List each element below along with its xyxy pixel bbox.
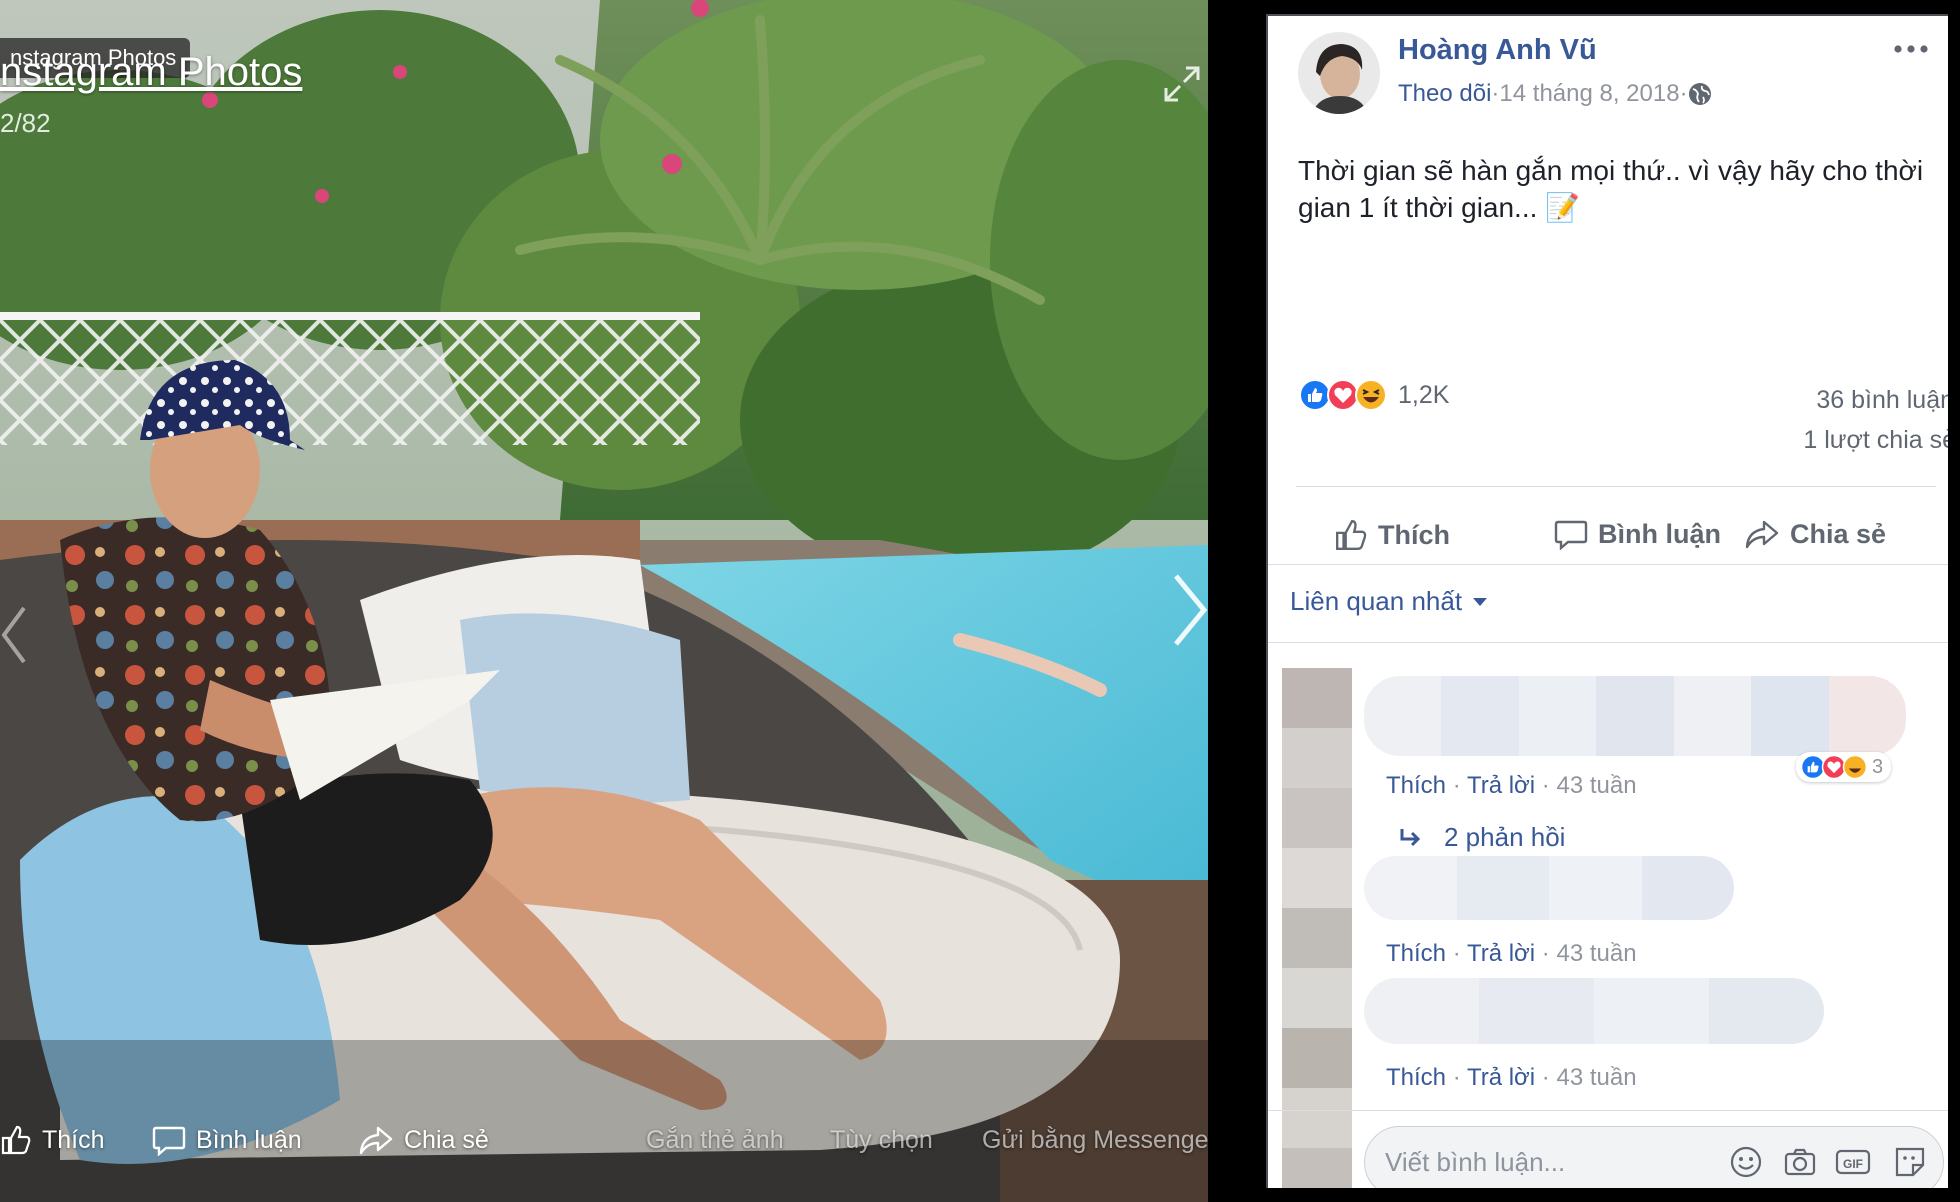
comment-bubble-icon bbox=[1554, 520, 1588, 550]
emoji-icon[interactable] bbox=[1729, 1145, 1763, 1179]
viewer-share-label: Chia sẻ bbox=[404, 1125, 489, 1154]
comment-time[interactable]: 43 tuần bbox=[1556, 772, 1636, 799]
follow-link[interactable]: Theo dõi bbox=[1398, 80, 1491, 108]
haha-reaction-icon bbox=[1842, 754, 1868, 780]
comment-like-link[interactable]: Thích bbox=[1386, 1064, 1446, 1091]
comment-reactions[interactable]: 3 bbox=[1796, 752, 1892, 782]
expand-icon[interactable] bbox=[1160, 62, 1204, 106]
share-icon bbox=[359, 1126, 393, 1155]
divider bbox=[1268, 642, 1948, 643]
viewer-comment-label: Bình luận bbox=[196, 1125, 302, 1154]
comment-bubble bbox=[1364, 978, 1824, 1044]
comment-bubble bbox=[1364, 676, 1906, 756]
comment-composer: GIF bbox=[1364, 1126, 1944, 1188]
comment-reply-link[interactable]: Trả lời bbox=[1467, 940, 1535, 967]
post-text: Thời gian sẽ hàn gắn mọi thứ.. vì vậy hã… bbox=[1298, 155, 1924, 223]
globe-icon bbox=[1688, 83, 1711, 105]
replies-label: 2 phản hồi bbox=[1444, 822, 1566, 852]
more-options-icon[interactable] bbox=[1890, 36, 1932, 62]
viewer-share-button[interactable]: Chia sẻ bbox=[358, 1118, 489, 1162]
sticker-icon[interactable] bbox=[1893, 1145, 1927, 1179]
photo-counter: 2/82 bbox=[0, 108, 51, 138]
author-avatar[interactable] bbox=[1298, 32, 1380, 114]
thumbs-up-icon bbox=[1336, 520, 1367, 550]
post-like-button[interactable]: Thích bbox=[1334, 518, 1450, 552]
post-like-label: Thích bbox=[1378, 519, 1450, 550]
post-date[interactable]: 14 tháng 8, 2018 bbox=[1499, 80, 1679, 108]
comment-input[interactable] bbox=[1385, 1146, 1715, 1178]
post-action-bar: Thích Bình luận Chia sẻ bbox=[1296, 494, 1948, 584]
meta-separator: · bbox=[1491, 80, 1500, 107]
reply-arrow-icon bbox=[1400, 828, 1421, 846]
prev-arrow-icon[interactable] bbox=[0, 600, 30, 670]
comment-icon bbox=[152, 1126, 186, 1156]
viewer-comment-button[interactable]: Bình luận bbox=[152, 1118, 302, 1162]
post-panel: Hoàng Anh Vũ Theo dõi · 14 tháng 8, 2018… bbox=[1266, 14, 1948, 1188]
comments-count-link[interactable]: 36 bình luận bbox=[1816, 386, 1948, 415]
post-share-button[interactable]: Chia sẻ bbox=[1744, 518, 1886, 550]
comment-time[interactable]: 43 tuần bbox=[1556, 940, 1636, 967]
divider bbox=[1268, 1110, 1948, 1111]
comment-like-link[interactable]: Thích bbox=[1386, 772, 1446, 799]
comment-links: Thích · Trả lời · 43 tuần bbox=[1386, 1064, 1637, 1091]
caret-down-icon bbox=[1473, 597, 1488, 606]
svg-text:GIF: GIF bbox=[1843, 1157, 1863, 1171]
album-title-link[interactable]: nstagram Photos bbox=[0, 50, 302, 95]
view-replies-link[interactable]: 2 phản hồi bbox=[1398, 822, 1565, 853]
comment-sort-dropdown[interactable]: Liên quan nhất bbox=[1290, 586, 1488, 617]
camera-icon[interactable] bbox=[1783, 1145, 1817, 1179]
meta-separator-2: · bbox=[1679, 80, 1688, 107]
gif-icon[interactable]: GIF bbox=[1835, 1145, 1871, 1179]
reaction-count[interactable]: 1,2K bbox=[1398, 381, 1449, 410]
post-share-label: Chia sẻ bbox=[1790, 518, 1887, 549]
options-button[interactable]: Tùy chọn bbox=[830, 1118, 933, 1162]
post-meta: Theo dõi · 14 tháng 8, 2018 · bbox=[1398, 80, 1712, 108]
post-comment-button[interactable]: Bình luận bbox=[1554, 518, 1721, 550]
share-arrow-icon bbox=[1745, 520, 1779, 549]
like-icon bbox=[1, 1125, 31, 1155]
send-messenger-button[interactable]: Gửi bằng Messenger bbox=[982, 1118, 1208, 1162]
reaction-summary[interactable]: 1,2K bbox=[1298, 378, 1449, 412]
viewer-like-button[interactable]: Thích bbox=[0, 1118, 105, 1162]
divider bbox=[1296, 486, 1936, 487]
sort-label: Liên quan nhất bbox=[1290, 586, 1463, 616]
comment-links: Thích · Trả lời · 43 tuần bbox=[1386, 940, 1637, 967]
post-author-name[interactable]: Hoàng Anh Vũ bbox=[1398, 34, 1597, 67]
comment-like-link[interactable]: Thích bbox=[1386, 940, 1446, 967]
post-comment-label: Bình luận bbox=[1598, 518, 1721, 549]
shares-count-link[interactable]: 1 lượt chia sẻ bbox=[1803, 426, 1948, 455]
post-photo[interactable] bbox=[0, 0, 1208, 1202]
haha-reaction-icon bbox=[1355, 379, 1387, 411]
viewer-action-bar: Thích Bình luận Chia sẻ Gắn thẻ ảnh Tùy … bbox=[0, 1108, 1208, 1172]
comment-reply-link[interactable]: Trả lời bbox=[1467, 772, 1535, 799]
comment-links: Thích · Trả lời · 43 tuần bbox=[1386, 772, 1637, 799]
comment-reaction-count: 3 bbox=[1872, 755, 1884, 778]
comment-time[interactable]: 43 tuần bbox=[1556, 1064, 1636, 1091]
next-arrow-icon[interactable] bbox=[1170, 570, 1208, 650]
comment-bubble bbox=[1364, 856, 1734, 920]
divider bbox=[1268, 564, 1948, 565]
tag-photo-button[interactable]: Gắn thẻ ảnh bbox=[646, 1118, 784, 1162]
viewer-like-label: Thích bbox=[42, 1125, 105, 1154]
photo-viewer: nstagram Photos nstagram Photos 2/82 Thí… bbox=[0, 0, 1208, 1202]
comment-reply-link[interactable]: Trả lời bbox=[1467, 1064, 1535, 1091]
